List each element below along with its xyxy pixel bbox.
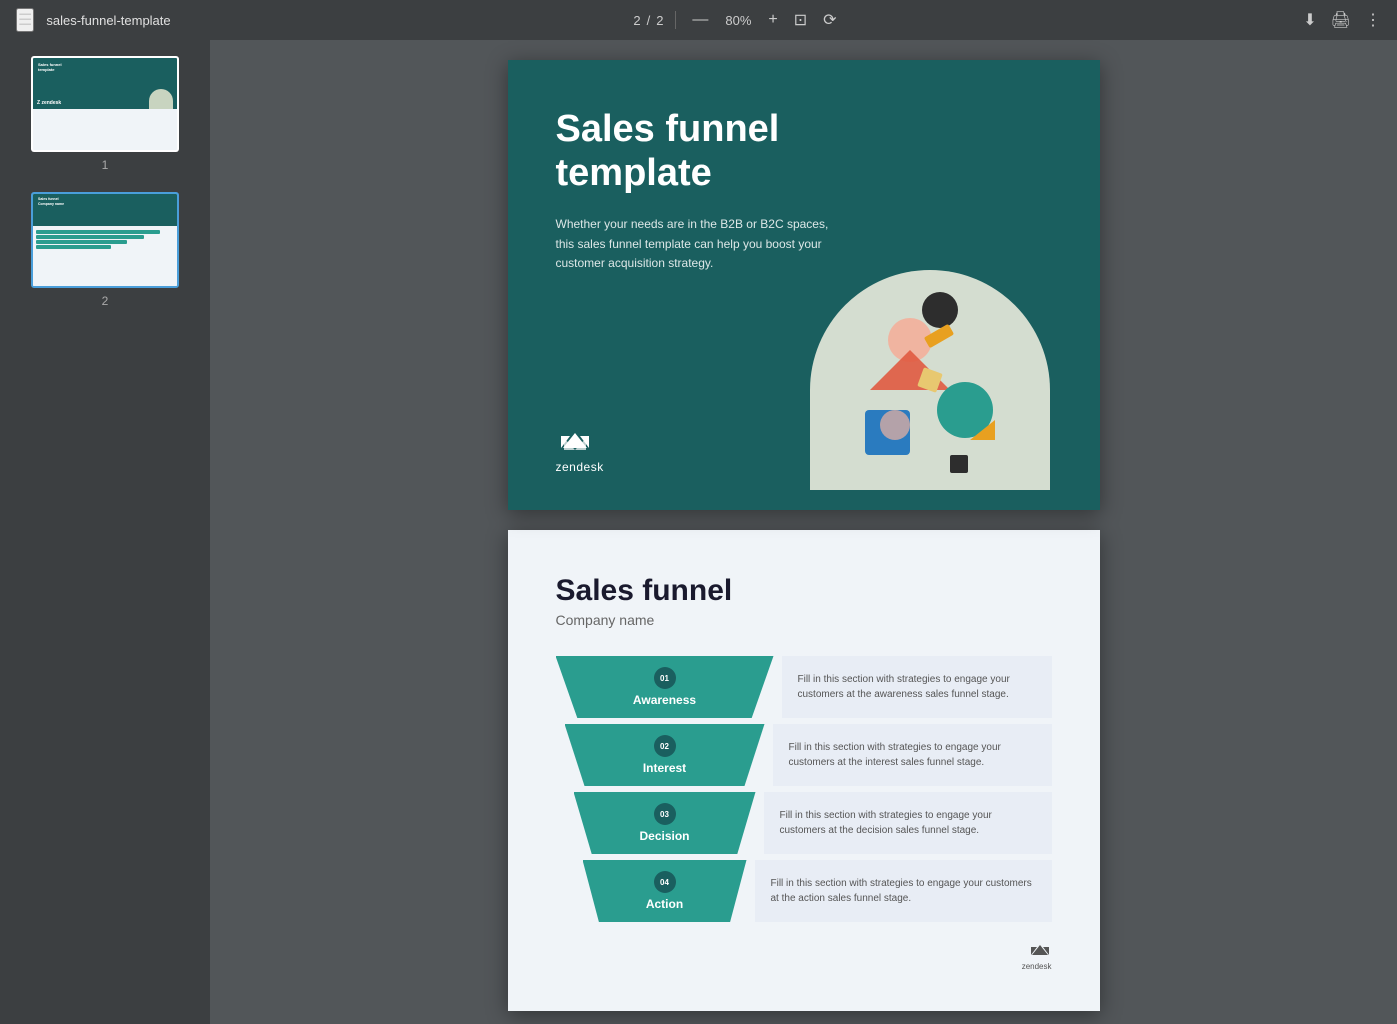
download-button[interactable]: ⬇	[1303, 10, 1316, 30]
sales-funnel-title: Sales funnel	[556, 574, 1052, 608]
more-options-button[interactable]: ⋮	[1365, 10, 1381, 30]
total-pages: 2	[656, 13, 663, 28]
history-button[interactable]: ⟳	[819, 8, 840, 32]
stage-label-1: Awareness	[633, 693, 696, 707]
toolbar-right: ⬇ 🖨 ⋮	[1303, 10, 1381, 30]
cover-slide: Sales funnel template Whether your needs…	[508, 60, 1100, 510]
decorative-shapes-svg	[810, 270, 1050, 490]
toolbar-left: ☰ sales-funnel-template	[16, 8, 171, 32]
stage-num-3: 03	[654, 803, 676, 825]
thumbnail-num-2: 2	[102, 294, 109, 308]
funnel-trapezoid-2: 02 Interest	[565, 724, 765, 786]
thumbnail-num-1: 1	[102, 158, 109, 172]
funnel-trapezoid-1: 01 Awareness	[556, 656, 774, 718]
menu-button[interactable]: ☰	[16, 8, 34, 32]
cover-arch-container	[800, 230, 1060, 490]
funnel-stages: 01 Awareness Fill in this section with s…	[556, 656, 1052, 922]
print-button[interactable]: 🖨	[1331, 10, 1351, 30]
zoom-level: 80%	[720, 13, 756, 28]
stage-num-2: 02	[654, 735, 676, 757]
stage-desc-3: Fill in this section with strategies to …	[764, 792, 1052, 854]
cover-logo: zendesk	[556, 428, 604, 474]
stage-num-4: 04	[654, 871, 676, 893]
funnel-row-action: 04 Action Fill in this section with stra…	[556, 860, 1052, 922]
cover-title: Sales funnel template	[556, 108, 896, 195]
document-title: sales-funnel-template	[46, 13, 170, 28]
cover-logo-name: zendesk	[556, 460, 604, 474]
funnel-row-decision: 03 Decision Fill in this section with st…	[556, 792, 1052, 854]
viewer: Sales funnel template Whether your needs…	[210, 40, 1397, 1024]
footer-logo-name: zendesk	[1022, 962, 1052, 971]
toolbar-center: 2 / 2 — 80% + ⊡ ⟳	[633, 8, 840, 32]
footer-zendesk-icon	[1028, 942, 1052, 960]
thumbnail-frame-1: Sales funneltemplate Z zendesk	[31, 56, 179, 152]
stage-label-4: Action	[646, 897, 683, 911]
footer-logo: zendesk	[1022, 942, 1052, 971]
stage-desc-4: Fill in this section with strategies to …	[755, 860, 1052, 922]
thumbnail-1[interactable]: Sales funneltemplate Z zendesk 1	[12, 56, 198, 172]
stage-desc-1: Fill in this section with strategies to …	[782, 656, 1052, 718]
page-navigation: 2 / 2	[633, 13, 663, 28]
main-area: Sales funneltemplate Z zendesk 1 Sales f…	[0, 40, 1397, 1024]
stage-label-2: Interest	[643, 761, 686, 775]
funnel-trapezoid-4: 04 Action	[583, 860, 747, 922]
current-page: 2	[633, 13, 640, 28]
company-name: Company name	[556, 612, 1052, 628]
stage-desc-2: Fill in this section with strategies to …	[773, 724, 1052, 786]
sidebar: Sales funneltemplate Z zendesk 1 Sales f…	[0, 40, 210, 1024]
stage-label-3: Decision	[639, 829, 689, 843]
toolbar: ☰ sales-funnel-template 2 / 2 — 80% + ⊡ …	[0, 0, 1397, 40]
arch-shape	[810, 270, 1050, 490]
divider	[675, 11, 676, 29]
funnel-trapezoid-3: 03 Decision	[574, 792, 756, 854]
fit-page-button[interactable]: ⊡	[790, 8, 811, 32]
funnel-row-awareness: 01 Awareness Fill in this section with s…	[556, 656, 1052, 718]
stage-num-1: 01	[654, 667, 676, 689]
zoom-out-button[interactable]: —	[688, 9, 712, 31]
zendesk-logo-icon	[556, 428, 594, 456]
funnel-row-interest: 02 Interest Fill in this section with st…	[556, 724, 1052, 786]
thumbnail-frame-2: Sales funnelCompany name	[31, 192, 179, 288]
content-slide: Sales funnel Company name 01 Awareness F…	[508, 530, 1100, 1011]
page2-footer: zendesk	[556, 922, 1052, 971]
zoom-in-button[interactable]: +	[764, 9, 781, 31]
cover-description: Whether your needs are in the B2B or B2C…	[556, 215, 836, 273]
thumbnail-2[interactable]: Sales funnelCompany name 2	[12, 192, 198, 308]
